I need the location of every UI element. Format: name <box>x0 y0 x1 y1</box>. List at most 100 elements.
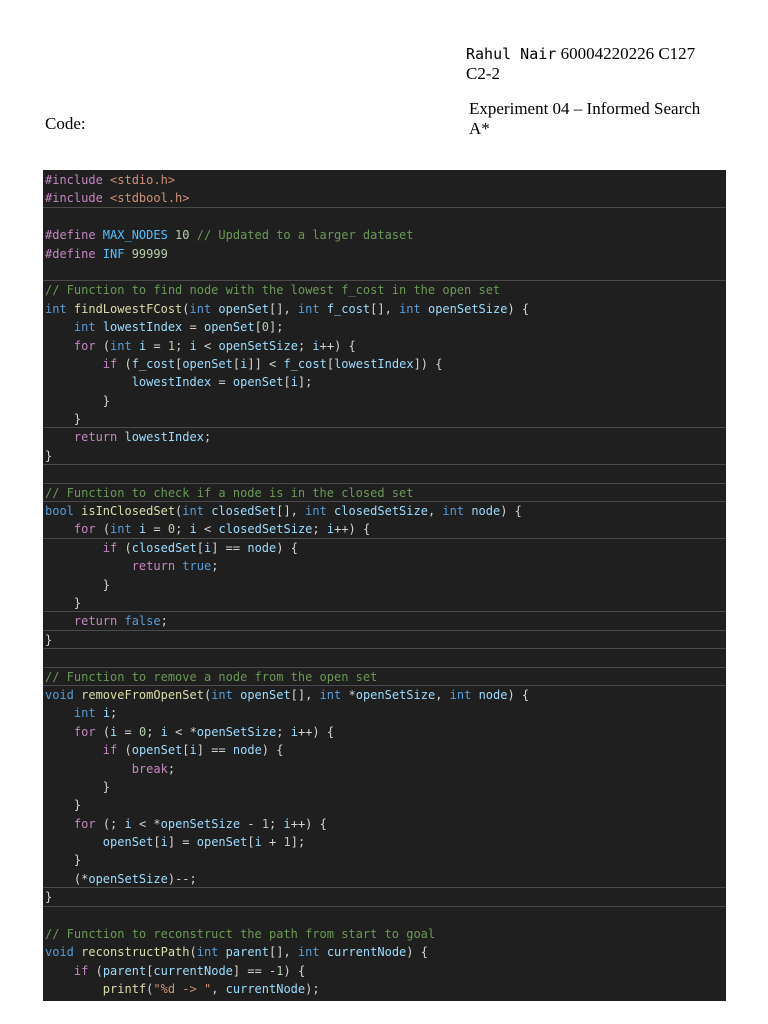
code-token: findLowestFCost <box>73 301 183 316</box>
code-token: INF <box>102 246 132 261</box>
code-token: i <box>160 724 168 739</box>
code-token: ( <box>124 356 132 371</box>
code-token: = <box>117 724 139 739</box>
code-token: void <box>45 945 82 960</box>
code-token: parent <box>225 945 269 960</box>
code-line: if (f_cost[openSet[i]] < f_cost[lowestIn… <box>43 355 726 373</box>
student-info: Rahul Nair 60004220226 C127 C2-2 <box>466 44 695 84</box>
code-token: openSet <box>131 743 183 758</box>
code-line: // Function to remove a node from the op… <box>43 668 726 686</box>
code-token: ; <box>110 706 118 721</box>
code-token: ( <box>124 743 132 758</box>
code-token: 0 <box>261 320 270 335</box>
code-token: openSet <box>240 687 291 702</box>
code-token: ++) { <box>290 816 327 831</box>
code-line: bool isInClosedSet(int closedSet[], int … <box>43 502 726 520</box>
code-token: [], <box>276 504 306 519</box>
code-line: return false; <box>43 612 726 631</box>
code-token: ; <box>160 614 168 629</box>
code-token: node <box>471 504 501 519</box>
code-token: ( <box>182 301 190 316</box>
code-token: [ <box>247 835 255 850</box>
code-token: <stdio.h> <box>110 173 176 187</box>
code-token: return <box>131 559 183 574</box>
code-token: lowestIndex <box>124 430 204 445</box>
code-token: ) { <box>500 504 522 519</box>
code-token: ++) { <box>319 338 356 353</box>
code-token: i <box>102 706 111 721</box>
student-id: 60004220226 C127 <box>556 44 696 63</box>
code-token: #include <box>45 191 111 206</box>
code-token: int <box>297 301 327 316</box>
code-line: openSet[i] = openSet[i + 1]; <box>43 833 726 851</box>
code-token: = <box>146 338 168 353</box>
code-token: int <box>110 522 139 537</box>
code-line <box>43 649 726 668</box>
code-token: openSetSize <box>355 687 436 702</box>
code-line <box>43 263 726 282</box>
code-token: lowestIndex <box>102 320 183 335</box>
code-token: ] == <box>211 540 248 555</box>
student-name: Rahul Nair <box>466 45 557 63</box>
code-token: i <box>283 816 291 831</box>
code-token: , <box>211 982 226 997</box>
code-token: } <box>45 412 82 427</box>
code-token: ] == - <box>232 963 277 978</box>
code-token: ) { <box>276 540 298 555</box>
code-token: lowestIndex <box>131 375 212 390</box>
code-token: closedSetSize <box>334 504 428 519</box>
code-token: (; <box>102 816 125 831</box>
code-token: ( <box>102 338 111 353</box>
code-line <box>43 465 726 484</box>
code-token: } <box>45 448 53 463</box>
code-token: int <box>442 504 472 519</box>
code-token: [ <box>254 320 262 335</box>
code-token: int <box>189 301 219 316</box>
code-token: openSetSize <box>427 301 508 316</box>
code-token: } <box>45 853 82 868</box>
code-block: #include <stdio.h> #include <stdbool.h> #… <box>43 170 726 1001</box>
code-line: if (parent[currentNode] == -1) { <box>43 962 726 980</box>
code-token: node <box>232 743 262 758</box>
code-token: lowestIndex <box>334 356 414 371</box>
code-token: ++) { <box>297 724 335 739</box>
code-line: } <box>43 778 726 796</box>
code-token: ; <box>312 522 327 537</box>
code-token: i <box>290 375 298 390</box>
code-token: isInClosedSet <box>81 504 176 519</box>
code-token: currentNode <box>225 982 306 997</box>
code-token: 1 <box>261 816 270 831</box>
code-token: i <box>254 835 262 850</box>
code-line: if (openSet[i] == node) { <box>43 741 726 759</box>
code-token: currentNode <box>153 963 233 978</box>
code-token: #define <box>45 246 103 261</box>
experiment-title-line1: Experiment 04 – Informed Search <box>469 99 701 118</box>
code-token: false <box>124 614 161 629</box>
code-token: if <box>102 356 125 371</box>
code-token: < * <box>131 816 161 831</box>
code-token: for <box>73 816 103 831</box>
code-token: int <box>319 687 349 702</box>
code-token: // Function to check if a node is in the… <box>45 485 414 500</box>
code-token: ]; <box>269 320 284 335</box>
experiment-title-line2: A* <box>469 119 490 138</box>
code-token: 10 <box>175 228 197 243</box>
code-token: // Updated to a larger dataset <box>196 228 414 243</box>
code-token: closedSet <box>211 504 277 519</box>
code-line: #define INF 99999 <box>43 245 726 263</box>
code-line: return lowestIndex; <box>43 428 726 446</box>
code-line: // Function to check if a node is in the… <box>43 484 726 503</box>
code-token: } <box>45 393 111 408</box>
code-token: int <box>45 301 74 316</box>
code-token: ( <box>102 522 111 537</box>
code-token: int <box>211 687 241 702</box>
